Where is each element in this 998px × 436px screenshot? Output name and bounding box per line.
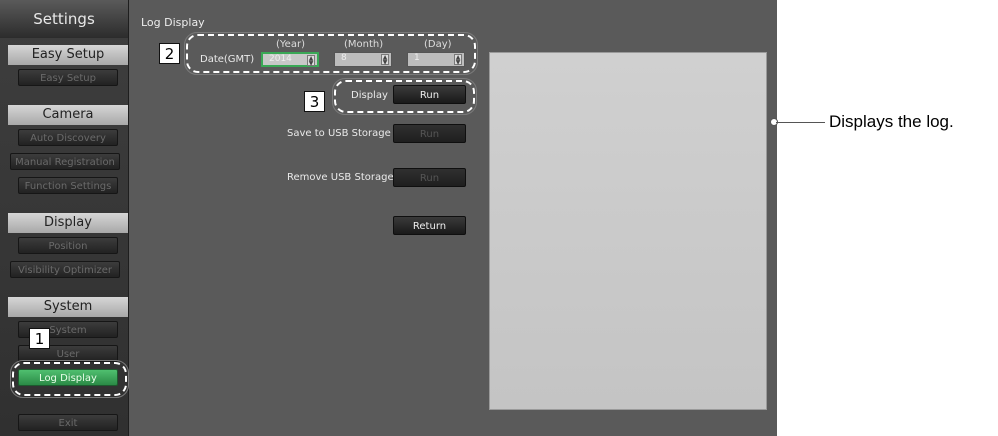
save-usb-run-button[interactable]: Run <box>393 124 466 143</box>
sidebar-item-position[interactable]: Position <box>18 237 118 254</box>
return-button[interactable]: Return <box>393 216 466 235</box>
sidebar-title: Settings <box>0 0 128 38</box>
marker-3: 3 <box>304 91 325 112</box>
sidebar-item-manual-registration[interactable]: Manual Registration <box>10 153 120 170</box>
page-title: Log Display <box>141 16 205 29</box>
sidebar-item-visibility-optimizer[interactable]: Visibility Optimizer <box>10 261 120 278</box>
section-header-system: System <box>8 297 128 317</box>
sidebar-item-function-settings[interactable]: Function Settings <box>18 177 118 194</box>
log-display-area <box>489 52 767 410</box>
annotation-2-frame <box>186 34 476 73</box>
annotation-1-frame <box>12 362 127 396</box>
section-header-easy-setup: Easy Setup <box>8 45 128 65</box>
remove-usb-run-button[interactable]: Run <box>393 168 466 187</box>
section-header-display: Display <box>8 213 128 233</box>
remove-usb-label: Remove USB Storage <box>287 172 394 183</box>
callout-text: Displays the log. <box>829 112 954 131</box>
callout-line <box>776 122 825 123</box>
section-header-camera: Camera <box>8 105 128 125</box>
marker-1: 1 <box>29 328 50 349</box>
marker-2: 2 <box>159 43 180 64</box>
exit-button[interactable]: Exit <box>18 414 118 431</box>
sidebar-item-easy-setup[interactable]: Easy Setup <box>18 69 118 86</box>
save-usb-label: Save to USB Storage <box>287 128 391 139</box>
sidebar-item-auto-discovery[interactable]: Auto Discovery <box>18 129 118 146</box>
annotation-3-frame <box>334 80 475 113</box>
